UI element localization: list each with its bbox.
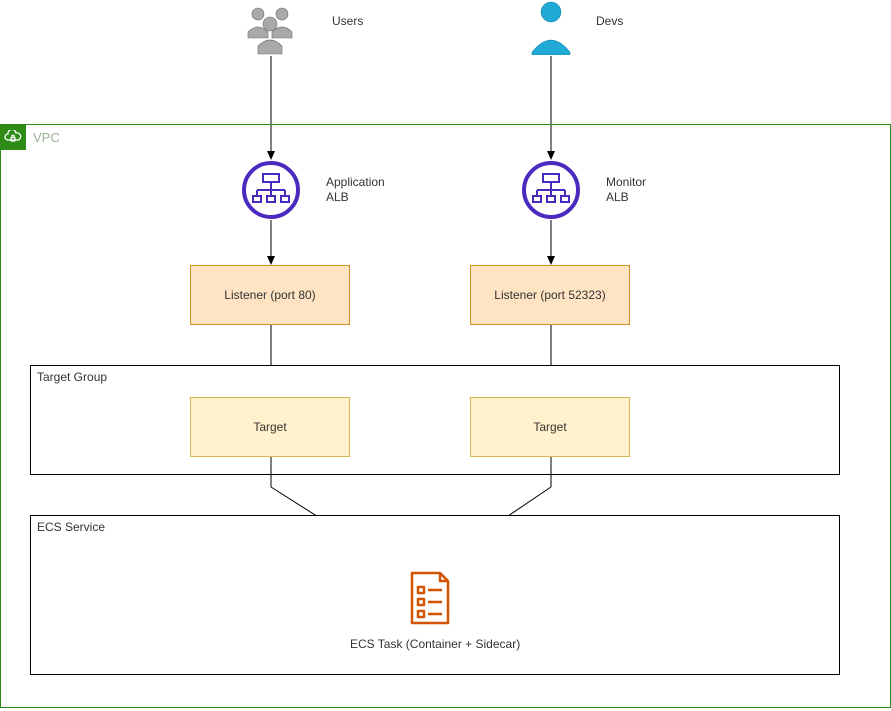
target-right: Target — [470, 397, 630, 457]
listener-monitor-label: Listener (port 52323) — [494, 288, 605, 302]
listener-monitor: Listener (port 52323) — [470, 265, 630, 325]
task-list-icon — [404, 567, 456, 629]
target-group-title: Target Group — [37, 370, 107, 384]
users-icon-svg — [240, 2, 300, 57]
listener-app-label: Listener (port 80) — [224, 288, 315, 302]
users-label: Users — [332, 14, 363, 29]
alb-monitor-label: Monitor ALB — [606, 175, 646, 205]
cloud-lock-icon — [0, 124, 26, 150]
load-balancer-icon-app — [241, 160, 301, 220]
devs-label: Devs — [596, 14, 623, 29]
target-right-label: Target — [533, 420, 566, 434]
person-icon — [528, 0, 574, 55]
person-icon-svg — [528, 0, 574, 55]
load-balancer-icon-monitor — [521, 160, 581, 220]
vpc-title: VPC — [33, 130, 60, 145]
alb-app-label: Application ALB — [326, 175, 385, 205]
listener-app: Listener (port 80) — [190, 265, 350, 325]
ecs-task-label: ECS Task (Container + Sidecar) — [350, 637, 520, 651]
ecs-service-title: ECS Service — [37, 520, 105, 534]
users-icon — [240, 2, 300, 57]
target-group-container: Target Group — [30, 365, 840, 475]
target-left-label: Target — [253, 420, 286, 434]
target-left: Target — [190, 397, 350, 457]
